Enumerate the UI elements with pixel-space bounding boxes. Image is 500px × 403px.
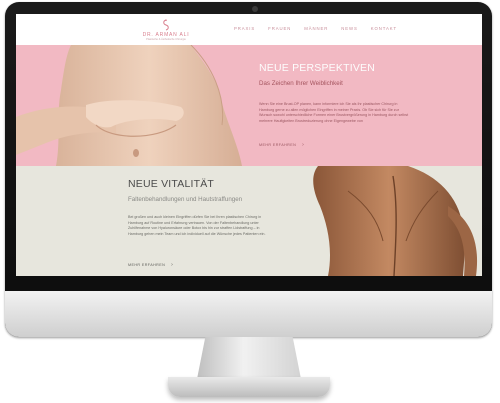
section1-body: Wenn Sie eine Brust-OP planen, kann info…: [259, 102, 409, 123]
section1-link-label: MEHR ERFAHREN: [259, 143, 297, 147]
section2-more-link[interactable]: MEHR ERFAHREN ›: [128, 262, 173, 268]
monitor-stand-base: [168, 377, 330, 397]
section2-title: NEUE VITALITÄT: [128, 178, 215, 190]
section2-subtitle: Faltenbehandlungen und Hautstraffungen: [128, 196, 243, 203]
section2-body: Bei großen und auch kleinen Eingriffen d…: [128, 215, 266, 236]
logo-subtitle: Plastische & Ästhetische Chirurgie: [146, 38, 186, 41]
chevron-right-icon: ›: [302, 142, 305, 148]
nav-item-kontakt[interactable]: KONTAKT: [371, 26, 397, 31]
section1-subtitle: Das Zeichen Ihrer Weiblichkeit: [259, 80, 343, 87]
female-torso-image: [16, 45, 242, 166]
site-logo[interactable]: DR. ARMAN ALI Plastische & Ästhetische C…: [138, 19, 194, 41]
monitor-stand: [197, 337, 301, 379]
main-nav: PRAXIS FRAUEN MÄNNER NEWS KONTAKT: [234, 26, 397, 31]
website-screen: DR. ARMAN ALI Plastische & Ästhetische C…: [16, 14, 482, 276]
nav-item-news[interactable]: NEWS: [341, 26, 358, 31]
section1-title: NEUE PERSPEKTIVEN: [259, 62, 376, 74]
monitor-chin: [5, 291, 492, 337]
camera-icon: [252, 6, 258, 12]
nav-item-maenner[interactable]: MÄNNER: [304, 26, 328, 31]
nav-item-praxis[interactable]: PRAXIS: [234, 26, 255, 31]
logo-swirl-icon: [163, 19, 169, 31]
section2-link-label: MEHR ERFAHREN: [128, 263, 166, 267]
section-perspektiven: NEUE PERSPEKTIVEN Das Zeichen Ihrer Weib…: [16, 45, 482, 166]
chevron-right-icon: ›: [171, 262, 174, 268]
nav-item-frauen[interactable]: FRAUEN: [268, 26, 291, 31]
male-back-image: [313, 166, 478, 276]
section-vitalitaet: NEUE VITALITÄT Faltenbehandlungen und Ha…: [16, 166, 482, 276]
section1-more-link[interactable]: MEHR ERFAHREN ›: [259, 142, 304, 148]
site-header: DR. ARMAN ALI Plastische & Ästhetische C…: [16, 14, 482, 45]
